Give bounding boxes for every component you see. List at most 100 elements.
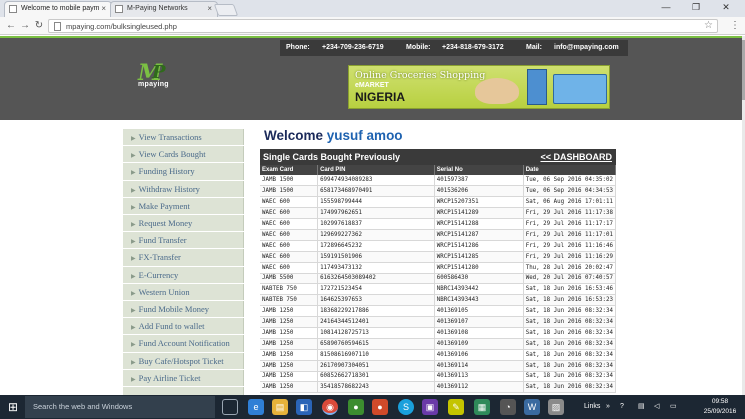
volume-icon[interactable]: ◁ bbox=[654, 395, 659, 419]
mail-value[interactable]: info@mpaying.com bbox=[554, 40, 619, 56]
bullet-arrow-icon: ▶ bbox=[131, 187, 136, 194]
cell-card-pin: 129699227362 bbox=[317, 229, 435, 241]
windows-start-icon[interactable]: ⊞ bbox=[2, 398, 24, 416]
mpaying-logo[interactable]: M P mpaying bbox=[138, 62, 186, 90]
bullet-arrow-icon: ▶ bbox=[131, 256, 136, 263]
cell-date: Fri, 29 Jul 2016 11:17:38 bbox=[523, 207, 617, 220]
chevron-up-icon[interactable]: » bbox=[606, 395, 610, 419]
minimize-button[interactable]: — bbox=[652, 0, 680, 17]
sidebar-item-fund-transfer[interactable]: ▶ Fund Transfer bbox=[123, 232, 244, 250]
store-icon[interactable]: ◧ bbox=[296, 399, 312, 415]
emarket-banner-ad[interactable]: Online Groceries Shopping eMARKET NIGERI… bbox=[348, 65, 610, 109]
cell-exam-card: JAMB 1250 bbox=[260, 360, 319, 372]
tab-close-icon[interactable]: × bbox=[101, 2, 106, 16]
task-view-icon[interactable] bbox=[222, 399, 238, 415]
sidebar-item-pay-airline-ticket[interactable]: ▶ Pay Airline Ticket bbox=[123, 370, 244, 387]
table-row: NABTEB 750 172721523454 NBRC14393442 Sat, 1… bbox=[260, 283, 617, 296]
app-icon-purple[interactable]: ▣ bbox=[422, 399, 438, 415]
sidebar-item-withdraw-history[interactable]: ▶ Withdraw History bbox=[123, 181, 244, 198]
sidebar-item-label: Buy Cafe/Hotspot Ticket bbox=[138, 355, 224, 366]
forward-arrow-icon[interactable]: → bbox=[18, 19, 32, 33]
sidebar-item-western-union[interactable]: ▶ Western Union bbox=[123, 284, 244, 301]
column-header-exam-card: Exam Card bbox=[260, 165, 319, 175]
sidebar-item-fund-account-notification[interactable]: ▶ Fund Account Notification bbox=[123, 335, 244, 353]
cell-serial-no: WRCP15207351 bbox=[434, 196, 524, 209]
username: yusuf amoo bbox=[326, 128, 403, 143]
sidebar-item-request-money[interactable]: ▶ Request Money bbox=[123, 215, 244, 233]
notifications-icon[interactable]: ▭ bbox=[670, 395, 677, 419]
cell-date: Sat, 18 Jun 2016 08:32:34 bbox=[523, 316, 617, 328]
table-row: JAMB 1250 65890760594615 401369109 Sat, 18 … bbox=[260, 338, 617, 350]
cell-serial-no: 401369114 bbox=[434, 360, 524, 372]
sidebar-item-fx-transfer[interactable]: ▶ FX-Transfer bbox=[123, 249, 244, 267]
sidebar-item-label: View Transactions bbox=[138, 132, 202, 142]
app-icon-blue[interactable]: W bbox=[524, 399, 540, 415]
sidebar-item-make-payment[interactable]: ▶ Make Payment bbox=[123, 198, 244, 215]
cell-exam-card: JAMB 1250 bbox=[260, 381, 319, 394]
cell-serial-no: 401369105 bbox=[434, 305, 524, 318]
sidebar-item-e-currency[interactable]: ▶ E-Currency bbox=[123, 267, 244, 284]
cell-date: Fri, 29 Jul 2016 11:16:29 bbox=[523, 251, 617, 263]
cell-exam-card: WAEC 600 bbox=[260, 240, 319, 252]
app-icon-red[interactable]: ● bbox=[372, 399, 388, 415]
site-header: Phone: +234-709-236-6719 Mobile: +234-81… bbox=[0, 38, 742, 120]
browser-menu-icon[interactable]: ⋮ bbox=[730, 19, 740, 33]
bullet-arrow-icon: ▶ bbox=[131, 376, 136, 383]
help-icon[interactable]: ? bbox=[620, 395, 624, 419]
browser-tab-inactive[interactable]: M-Paying Networks × bbox=[110, 1, 218, 17]
sidebar-item-label: Funding History bbox=[138, 166, 195, 177]
sidebar-item-label: Fund Account Notification bbox=[138, 338, 230, 349]
cell-serial-no: 401369107 bbox=[434, 316, 524, 328]
app-icon-photo[interactable]: ▨ bbox=[548, 399, 564, 415]
close-window-button[interactable]: ✕ bbox=[712, 0, 740, 17]
taskbar-clock[interactable]: 09:58 25/09/2016 bbox=[700, 397, 740, 417]
sidebar-item-funding-history[interactable]: ▶ Funding History bbox=[123, 163, 244, 181]
edge-browser-icon[interactable]: e bbox=[248, 399, 264, 415]
cell-date: Sat, 18 Jun 2016 08:32:34 bbox=[523, 305, 617, 318]
table-row: JAMB 1500 699474934089283 401597387 Tue, 06… bbox=[260, 175, 617, 187]
app-icon-green[interactable]: ● bbox=[348, 399, 364, 415]
sidebar-item-label: Pay Airline Ticket bbox=[138, 372, 201, 383]
sidebar-item-label: FX-Transfer bbox=[138, 252, 181, 263]
bookmark-star-icon[interactable]: ☆ bbox=[704, 20, 713, 32]
cell-card-pin: 26170907304051 bbox=[317, 360, 435, 372]
app-icon-teal[interactable]: ▦ bbox=[474, 399, 490, 415]
browser-tab-active[interactable]: Welcome to mobile paym × bbox=[4, 1, 112, 17]
table-body: JAMB 1500 699474934089283 401597387 Tue, 06… bbox=[260, 175, 617, 394]
sidebar-item-fund-mobile-money[interactable]: ▶ Fund Mobile Money bbox=[123, 301, 244, 319]
sidebar-item-add-fund-to-wallet[interactable]: ▶ Add Fund to wallet bbox=[123, 318, 244, 336]
sidebar-item-view-cards-bought[interactable]: ▶ View Cards Bought bbox=[123, 146, 244, 164]
dashboard-link[interactable]: << DASHBOARD bbox=[540, 150, 612, 164]
app-icon-yellow[interactable]: ✎ bbox=[448, 399, 464, 415]
tab-close-icon[interactable]: × bbox=[207, 2, 212, 16]
sidebar-item-view-transactions[interactable]: ▶ View Transactions bbox=[123, 129, 244, 147]
app-icon-grey[interactable]: ◔ bbox=[500, 399, 516, 415]
url-input[interactable]: mpaying.com/bulksingleused.php ☆ bbox=[48, 19, 718, 33]
cell-card-pin: 18368229217886 bbox=[317, 305, 435, 318]
cell-exam-card: JAMB 1250 bbox=[260, 338, 319, 350]
logo-text: mpaying bbox=[138, 81, 169, 88]
cell-exam-card: JAMB 1250 bbox=[260, 305, 319, 318]
sidebar-item-label: Make Payment bbox=[138, 200, 190, 211]
new-tab-button[interactable] bbox=[213, 4, 239, 16]
bullet-arrow-icon: ▶ bbox=[131, 359, 136, 366]
back-arrow-icon[interactable]: ← bbox=[4, 19, 18, 33]
network-icon[interactable]: ▤ bbox=[638, 395, 645, 419]
clock-time: 09:58 bbox=[711, 398, 729, 405]
tab-title: Welcome to mobile paym bbox=[21, 5, 100, 12]
skype-icon[interactable]: S bbox=[398, 399, 414, 415]
banner-small-text: eMARKET bbox=[355, 82, 389, 89]
links-toolbar[interactable]: Links bbox=[584, 395, 600, 419]
table-row: WAEC 600 174997962651 WRCP15141289 Fri, 29 … bbox=[260, 207, 617, 220]
chrome-icon[interactable]: ◉ bbox=[322, 399, 338, 415]
reload-icon[interactable]: ↻ bbox=[32, 19, 46, 33]
cell-exam-card: WAEC 600 bbox=[260, 262, 319, 274]
restore-button[interactable]: ❐ bbox=[682, 0, 710, 17]
cell-serial-no: WRCP15141286 bbox=[434, 240, 524, 252]
cell-card-pin: 174997962651 bbox=[317, 207, 435, 220]
file-explorer-icon[interactable]: ▤ bbox=[272, 399, 288, 415]
page-info-icon[interactable] bbox=[54, 22, 61, 31]
sidebar-item-buy-cafe-hotspot-ticket[interactable]: ▶ Buy Cafe/Hotspot Ticket bbox=[123, 353, 244, 370]
cell-exam-card: JAMB 1500 bbox=[260, 175, 319, 187]
taskbar-search-input[interactable]: Search the web and Windows bbox=[25, 396, 215, 418]
